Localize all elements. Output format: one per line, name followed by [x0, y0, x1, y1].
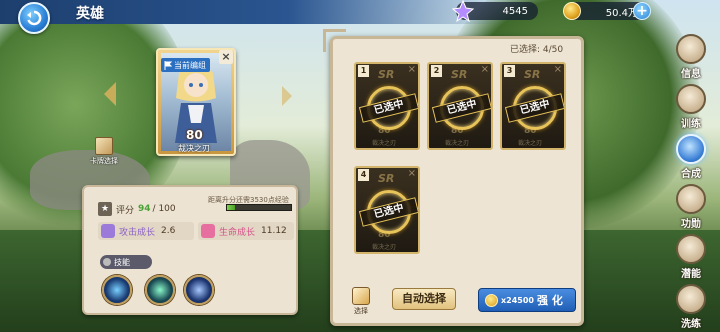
material-slot[interactable]: SR 80 裁决之刃 已选中 4 ×: [354, 166, 420, 254]
auto-select-button[interactable]: 自动选择: [392, 288, 456, 310]
add-gold-button[interactable]: +: [633, 2, 651, 20]
enhance-label: 强 化: [537, 294, 563, 307]
select-card-icon: [352, 287, 370, 305]
skill-3-icon[interactable]: [184, 275, 214, 305]
hero-name: 裁决之刃: [178, 144, 210, 153]
potential-icon: [676, 234, 706, 264]
side-item-label: 功勋: [681, 219, 701, 230]
rating-row: ★ 评分 94 / 100: [98, 200, 176, 218]
rarity-label: SR: [451, 68, 468, 81]
skills-label: 技能: [114, 257, 130, 267]
side-item-info[interactable]: 信息: [664, 34, 718, 80]
material-slot[interactable]: SR 80 裁决之刃 已选中 1 ×: [354, 62, 420, 150]
side-item-label: 洗练: [681, 319, 701, 330]
skill-2-icon[interactable]: [145, 275, 175, 305]
hero-power: 80: [186, 128, 203, 142]
current-team-tag: 当前编组: [161, 58, 210, 72]
enhance-button[interactable]: x24500 强 化: [478, 288, 576, 312]
close-icon[interactable]: ×: [408, 168, 416, 179]
slot-number: 4: [358, 169, 369, 181]
enhance-cost: x24500: [501, 295, 534, 305]
side-item-merit[interactable]: 功勋: [664, 184, 718, 230]
current-team-label: 当前编组: [174, 60, 206, 70]
rarity-label: SR: [378, 172, 395, 185]
info-icon: [676, 34, 706, 64]
side-item-label: 信息: [681, 69, 701, 80]
hp-growth-value: 11.12: [261, 226, 287, 236]
slot-hero-name: 裁决之刃: [518, 140, 543, 147]
side-item-training[interactable]: 训练: [664, 84, 718, 130]
slot-number: 3: [504, 65, 515, 77]
gold-coin-icon: [485, 293, 498, 307]
slot-hero-name: 裁决之刃: [372, 140, 397, 147]
bullet-icon: [103, 258, 111, 266]
rating-value: 94: [138, 204, 151, 214]
select-label: 选择: [354, 307, 368, 315]
side-item-label: 合成: [681, 169, 701, 180]
slot-number: 2: [431, 65, 442, 77]
game-scene: 英雄 4545 50.4万 + 当前编组 × 80 裁决之刃 卡牌选择 ★ 评分…: [0, 0, 720, 332]
cards-icon: [95, 137, 113, 155]
slot-hero-name: 裁决之刃: [372, 244, 397, 251]
gold-coin-icon: [563, 2, 581, 20]
back-arrow-icon: [27, 10, 42, 26]
close-icon[interactable]: ×: [481, 64, 489, 75]
close-icon: ×: [221, 50, 231, 63]
rarity-label: SR: [378, 68, 395, 81]
select-button[interactable]: 选择: [346, 287, 376, 319]
remove-hero-button[interactable]: ×: [219, 50, 233, 64]
training-icon: [676, 84, 706, 114]
refine-icon: [676, 284, 706, 314]
close-icon[interactable]: ×: [408, 64, 416, 75]
side-menu: 信息 训练 合成 功勋 潜能 洗练: [662, 28, 720, 332]
card-select-label: 卡牌选择: [90, 157, 118, 165]
material-slot[interactable]: SR 80 裁决之刃 已选中 2 ×: [427, 62, 493, 150]
attack-growth-value: 2.6: [161, 226, 176, 236]
side-item-refine[interactable]: 洗练: [664, 284, 718, 330]
rating-max: / 100: [152, 204, 176, 214]
heart-icon: [201, 224, 215, 238]
exp-progress-bar: [226, 204, 292, 211]
gem-icon: [452, 0, 474, 22]
star-icon: ★: [98, 202, 112, 216]
page-title: 英雄: [76, 6, 104, 22]
attack-growth-label: 攻击成长: [119, 227, 156, 238]
hp-growth-row: 生命成长 11.12: [198, 222, 294, 240]
gem-value: 4545: [502, 5, 528, 17]
card-select-button[interactable]: 卡牌选择: [86, 137, 122, 167]
side-item-label: 训练: [681, 119, 701, 130]
rating-label: 评分: [116, 205, 135, 216]
selection-count: 已选择: 4/50: [510, 45, 564, 55]
slot-number: 1: [358, 65, 369, 77]
material-slot[interactable]: SR 80 裁决之刃 已选中 3 ×: [500, 62, 566, 150]
attack-growth-row: 攻击成长 2.6: [98, 222, 194, 240]
skill-1-icon[interactable]: [102, 275, 132, 305]
sword-icon: [101, 224, 115, 238]
back-button[interactable]: [18, 2, 50, 34]
compose-icon: [676, 134, 706, 164]
prev-hero-arrow-icon[interactable]: [104, 82, 116, 106]
hp-growth-label: 生命成长: [219, 227, 256, 238]
skills-header: 技能: [100, 255, 152, 269]
exp-progress-fill: [227, 205, 235, 210]
side-item-potential[interactable]: 潜能: [664, 234, 718, 280]
merit-icon: [676, 184, 706, 214]
flag-icon: [164, 60, 172, 70]
slot-hero-name: 裁决之刃: [445, 140, 470, 147]
side-item-label: 潜能: [681, 269, 701, 280]
side-item-compose[interactable]: 合成: [664, 134, 718, 180]
rarity-label: SR: [524, 68, 541, 81]
close-icon[interactable]: ×: [554, 64, 562, 75]
next-hero-arrow-icon[interactable]: [282, 86, 292, 106]
plus-icon: +: [636, 3, 648, 19]
